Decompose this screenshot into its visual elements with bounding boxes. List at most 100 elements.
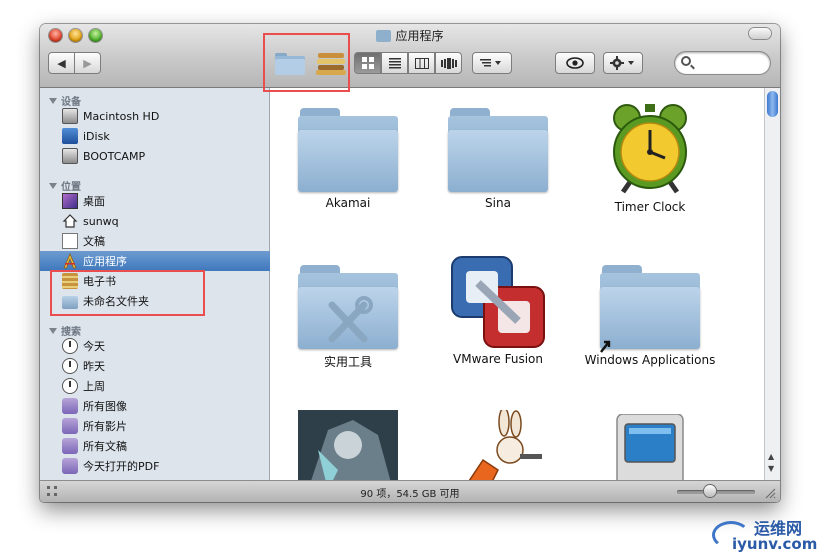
titlebar: 应用程序 ◀ ▶ xyxy=(40,24,780,88)
file-item-timer-clock[interactable]: Timer Clock xyxy=(575,98,725,214)
window-title: 应用程序 xyxy=(40,27,780,44)
icon-view-icon xyxy=(361,57,374,69)
file-item-rabbit-game[interactable] xyxy=(423,410,573,480)
coverflow-view-button[interactable] xyxy=(435,52,462,74)
classic-mac-icon xyxy=(616,414,684,480)
arrange-menu-button[interactable] xyxy=(472,52,512,74)
vmware-fusion-icon xyxy=(451,256,545,348)
applications-folder-icon xyxy=(376,30,392,42)
search-input[interactable] xyxy=(695,55,763,70)
disclosure-triangle-icon xyxy=(49,98,57,104)
scroll-up-arrow-icon[interactable]: ▲ xyxy=(768,452,774,461)
toolbar-toggle-button[interactable] xyxy=(749,28,771,39)
file-item-vmware-fusion[interactable]: VMware Fusion xyxy=(423,253,573,366)
list-view-icon xyxy=(388,58,401,69)
highlight-box-sidebar xyxy=(50,270,205,316)
status-bar: 90 项，54.5 GB 可用 xyxy=(40,480,780,502)
idisk-icon xyxy=(62,128,78,144)
search-icon xyxy=(681,56,691,66)
sidebar-item-home[interactable]: sunwq xyxy=(40,211,270,231)
back-button[interactable]: ◀ xyxy=(48,52,75,74)
window-title-text: 应用程序 xyxy=(395,29,444,43)
file-item-label: Sina xyxy=(485,196,511,210)
sidebar-item-yesterday[interactable]: 昨天 xyxy=(40,356,270,376)
file-item-label: Akamai xyxy=(325,196,371,210)
sidebar-item-label: Macintosh HD xyxy=(83,109,160,123)
file-item-label: Timer Clock xyxy=(614,200,686,214)
file-item-classic-mac[interactable] xyxy=(575,414,725,480)
smart-folder-icon xyxy=(62,398,78,414)
finder-window: 应用程序 ◀ ▶ 设备 Macintosh HD iDisk BOOTCAMP … xyxy=(40,24,780,502)
sidebar-item-applications[interactable]: 应用程序 xyxy=(40,251,270,271)
file-item-akamai[interactable]: Akamai xyxy=(273,108,423,210)
sidebar-item-label: 今天 xyxy=(83,340,105,353)
eye-icon xyxy=(566,57,584,69)
folder-icon xyxy=(298,108,398,192)
sidebar-item-label: BOOTCAMP xyxy=(83,149,146,163)
sidebar-item-all-images[interactable]: 所有图像 xyxy=(40,396,270,416)
arrange-icon xyxy=(480,59,501,67)
sidebar-item-label: iDisk xyxy=(83,129,110,143)
scroll-thumb[interactable] xyxy=(767,91,778,117)
icon-size-slider-knob[interactable] xyxy=(704,485,716,497)
file-item-label: VMware Fusion xyxy=(453,352,543,366)
watermark-logo: 运维网 iyunv.com xyxy=(708,515,818,555)
sidebar-item-label: 应用程序 xyxy=(83,255,127,268)
file-item-label: 实用工具 xyxy=(323,355,372,369)
rabbit-game-icon xyxy=(468,410,542,480)
forward-button[interactable]: ▶ xyxy=(75,52,101,74)
sidebar-item-todays-pdf[interactable]: 今天打开的PDF xyxy=(40,456,270,476)
sidebar-item-label: 上周 xyxy=(83,380,105,393)
sidebar-item-label: 今天打开的PDF xyxy=(83,460,160,473)
scroll-down-arrow-icon[interactable]: ▼ xyxy=(768,464,774,473)
sidebar-item-last-week[interactable]: 上周 xyxy=(40,376,270,396)
window-resize-grip-icon[interactable] xyxy=(764,487,776,499)
coverflow-view-icon xyxy=(440,57,457,69)
highlight-box-toolbar xyxy=(263,33,350,92)
file-item-game-art[interactable] xyxy=(273,410,423,480)
sidebar-item-desktop[interactable]: 桌面 xyxy=(40,191,270,211)
icon-size-slider[interactable] xyxy=(677,490,755,494)
disclosure-triangle-icon xyxy=(49,183,57,189)
sidebar-item-macintosh-hd[interactable]: Macintosh HD xyxy=(40,106,270,126)
sidebar-item-documents[interactable]: 文稿 xyxy=(40,231,270,251)
sidebar-item-bootcamp[interactable]: BOOTCAMP xyxy=(40,146,270,166)
smart-folder-icon xyxy=(62,418,78,434)
hard-drive-icon xyxy=(62,108,78,124)
sidebar-item-label: 所有影片 xyxy=(83,420,127,433)
forward-arrow-icon: ▶ xyxy=(83,56,92,70)
quick-look-button[interactable] xyxy=(555,52,595,74)
file-item-label: Windows Applications xyxy=(584,353,716,367)
clock-icon xyxy=(62,358,78,374)
back-arrow-icon: ◀ xyxy=(57,56,66,70)
sidebar-item-all-documents[interactable]: 所有文稿 xyxy=(40,436,270,456)
clock-icon xyxy=(62,338,78,354)
vertical-scrollbar[interactable]: ▲ ▼ xyxy=(764,88,780,480)
action-menu-button[interactable] xyxy=(603,52,643,74)
search-field[interactable] xyxy=(675,52,770,74)
sidebar-item-idisk[interactable]: iDisk xyxy=(40,126,270,146)
folder-alias-icon xyxy=(600,265,700,353)
file-item-sina[interactable]: Sina xyxy=(423,108,573,210)
desktop-icon xyxy=(62,193,78,209)
sidebar-item-today[interactable]: 今天 xyxy=(40,336,270,356)
tools-icon xyxy=(328,296,373,343)
sidebar-item-label: 所有文稿 xyxy=(83,440,127,453)
clock-icon xyxy=(62,378,78,394)
hard-drive-icon xyxy=(62,148,78,164)
disclosure-triangle-icon xyxy=(49,328,57,334)
sidebar-item-label: 文稿 xyxy=(83,235,105,248)
file-item-windows-applications[interactable]: Windows Applications xyxy=(575,265,725,367)
list-view-button[interactable] xyxy=(381,52,408,74)
logo-en-text: iyunv.com xyxy=(732,535,818,553)
document-icon xyxy=(62,233,78,249)
folder-icon xyxy=(448,108,548,192)
file-item-utilities[interactable]: 实用工具 xyxy=(273,265,423,370)
sidebar-item-all-movies[interactable]: 所有影片 xyxy=(40,416,270,436)
alarm-clock-icon xyxy=(613,104,687,194)
icon-view-button[interactable] xyxy=(354,52,381,74)
gear-icon xyxy=(610,56,634,70)
status-text: 90 项，54.5 GB 可用 xyxy=(360,489,460,500)
column-view-button[interactable] xyxy=(408,52,435,74)
applications-icon xyxy=(63,253,77,269)
